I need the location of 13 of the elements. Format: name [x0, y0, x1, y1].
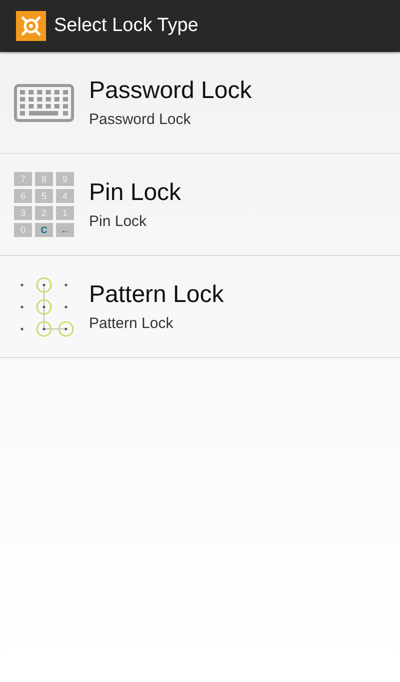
item-subtitle: Pattern Lock	[89, 315, 174, 332]
item-subtitle: Pin Lock	[89, 213, 148, 230]
keypad-key: ←	[56, 223, 74, 237]
item-title: Password Lock	[89, 77, 252, 105]
item-title: Pattern Lock	[89, 281, 224, 309]
item-subtitle: Password Lock	[89, 111, 192, 128]
item-title: Pin Lock	[89, 179, 182, 207]
keyboard-icon	[14, 84, 74, 122]
keypad-key: C	[35, 223, 53, 237]
screen-title: Select Lock Type	[54, 15, 198, 37]
lock-type-item[interactable]: Pattern Lock Pattern Lock	[0, 256, 400, 358]
lock-dial-icon[interactable]	[16, 11, 46, 41]
lock-type-item[interactable]: Password Lock Password Lock	[0, 52, 400, 154]
